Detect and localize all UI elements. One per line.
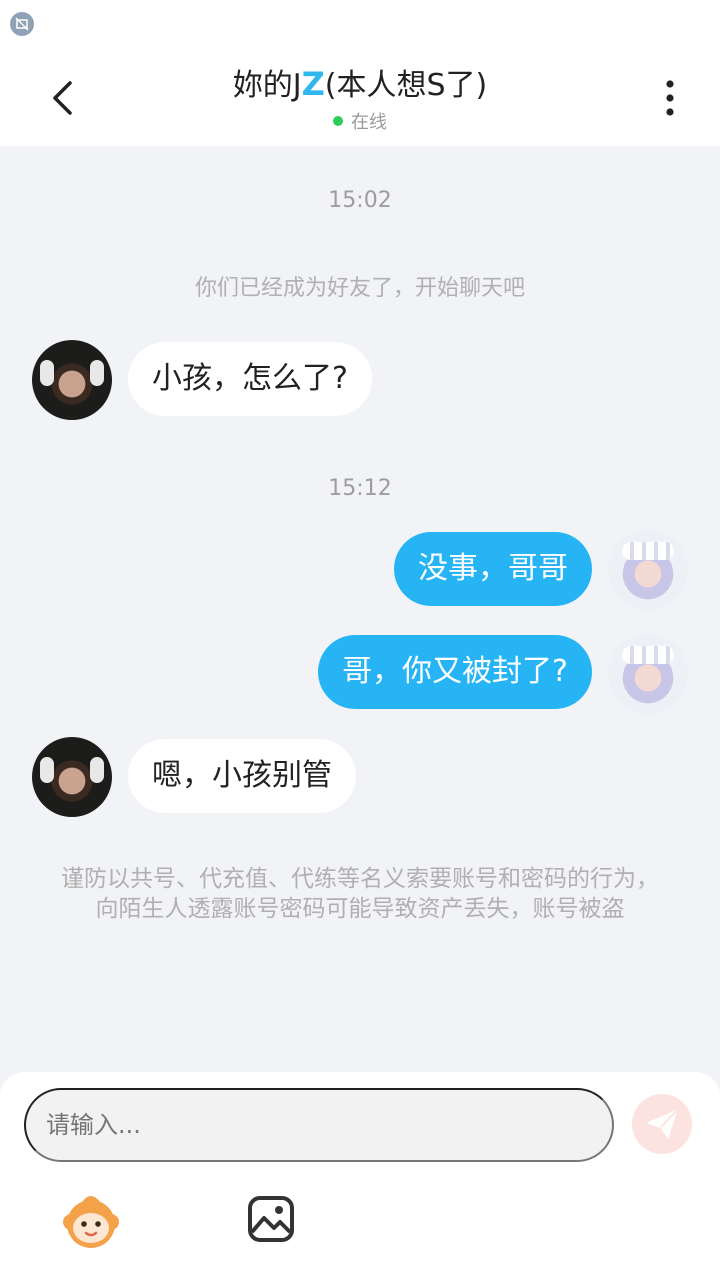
chat-title-block: 妳的JZ(本人想S了) 在线: [120, 64, 600, 134]
outgoing-message[interactable]: 哥，你又被封了?: [318, 635, 592, 709]
back-button[interactable]: [36, 72, 88, 124]
my-avatar[interactable]: [608, 634, 688, 714]
incoming-message[interactable]: 嗯，小孩别管: [128, 739, 356, 813]
send-button[interactable]: [632, 1094, 692, 1154]
title-suffix: (本人想S了): [324, 68, 488, 103]
incoming-message[interactable]: 小孩，怎么了?: [128, 342, 372, 416]
more-button[interactable]: [644, 72, 696, 124]
online-status: 在线: [120, 108, 600, 134]
timestamp: 15:12: [328, 476, 392, 501]
online-dot-icon: [333, 116, 343, 126]
image-button[interactable]: [246, 1194, 296, 1244]
title-prefix: 妳的J: [232, 68, 302, 103]
message-list[interactable]: 15:02 你们已经成为好友了，开始聊天吧 小孩，怎么了? 15:12 没事，哥…: [0, 146, 720, 1072]
image-icon: [248, 1196, 294, 1242]
title-z-logo: Z: [301, 65, 325, 103]
composer-bar: [0, 1072, 720, 1280]
chevron-left-icon: [53, 81, 72, 115]
emoji-button[interactable]: [60, 1188, 122, 1250]
outgoing-message[interactable]: 没事，哥哥: [394, 532, 592, 606]
more-vertical-icon: [666, 80, 674, 116]
security-warning: 谨防以共号、代充值、代练等名义索要账号和密码的行为，向陌生人透露账号密码可能导致…: [61, 866, 659, 922]
timestamp: 15:02: [328, 188, 392, 213]
emoji-mascot-icon: [63, 1196, 119, 1248]
contact-avatar[interactable]: [32, 737, 112, 817]
chat-header: 妳的JZ(本人想S了) 在线: [0, 50, 720, 146]
online-status-label: 在线: [351, 112, 387, 133]
chat-title: 妳的JZ(本人想S了): [120, 64, 600, 106]
my-avatar[interactable]: [608, 530, 688, 610]
send-icon: [647, 1110, 677, 1139]
notification-icon: [10, 12, 34, 36]
status-bar: [0, 0, 720, 50]
system-notice: 你们已经成为好友了，开始聊天吧: [194, 276, 525, 301]
message-input[interactable]: [24, 1088, 614, 1162]
contact-avatar[interactable]: [32, 340, 112, 420]
